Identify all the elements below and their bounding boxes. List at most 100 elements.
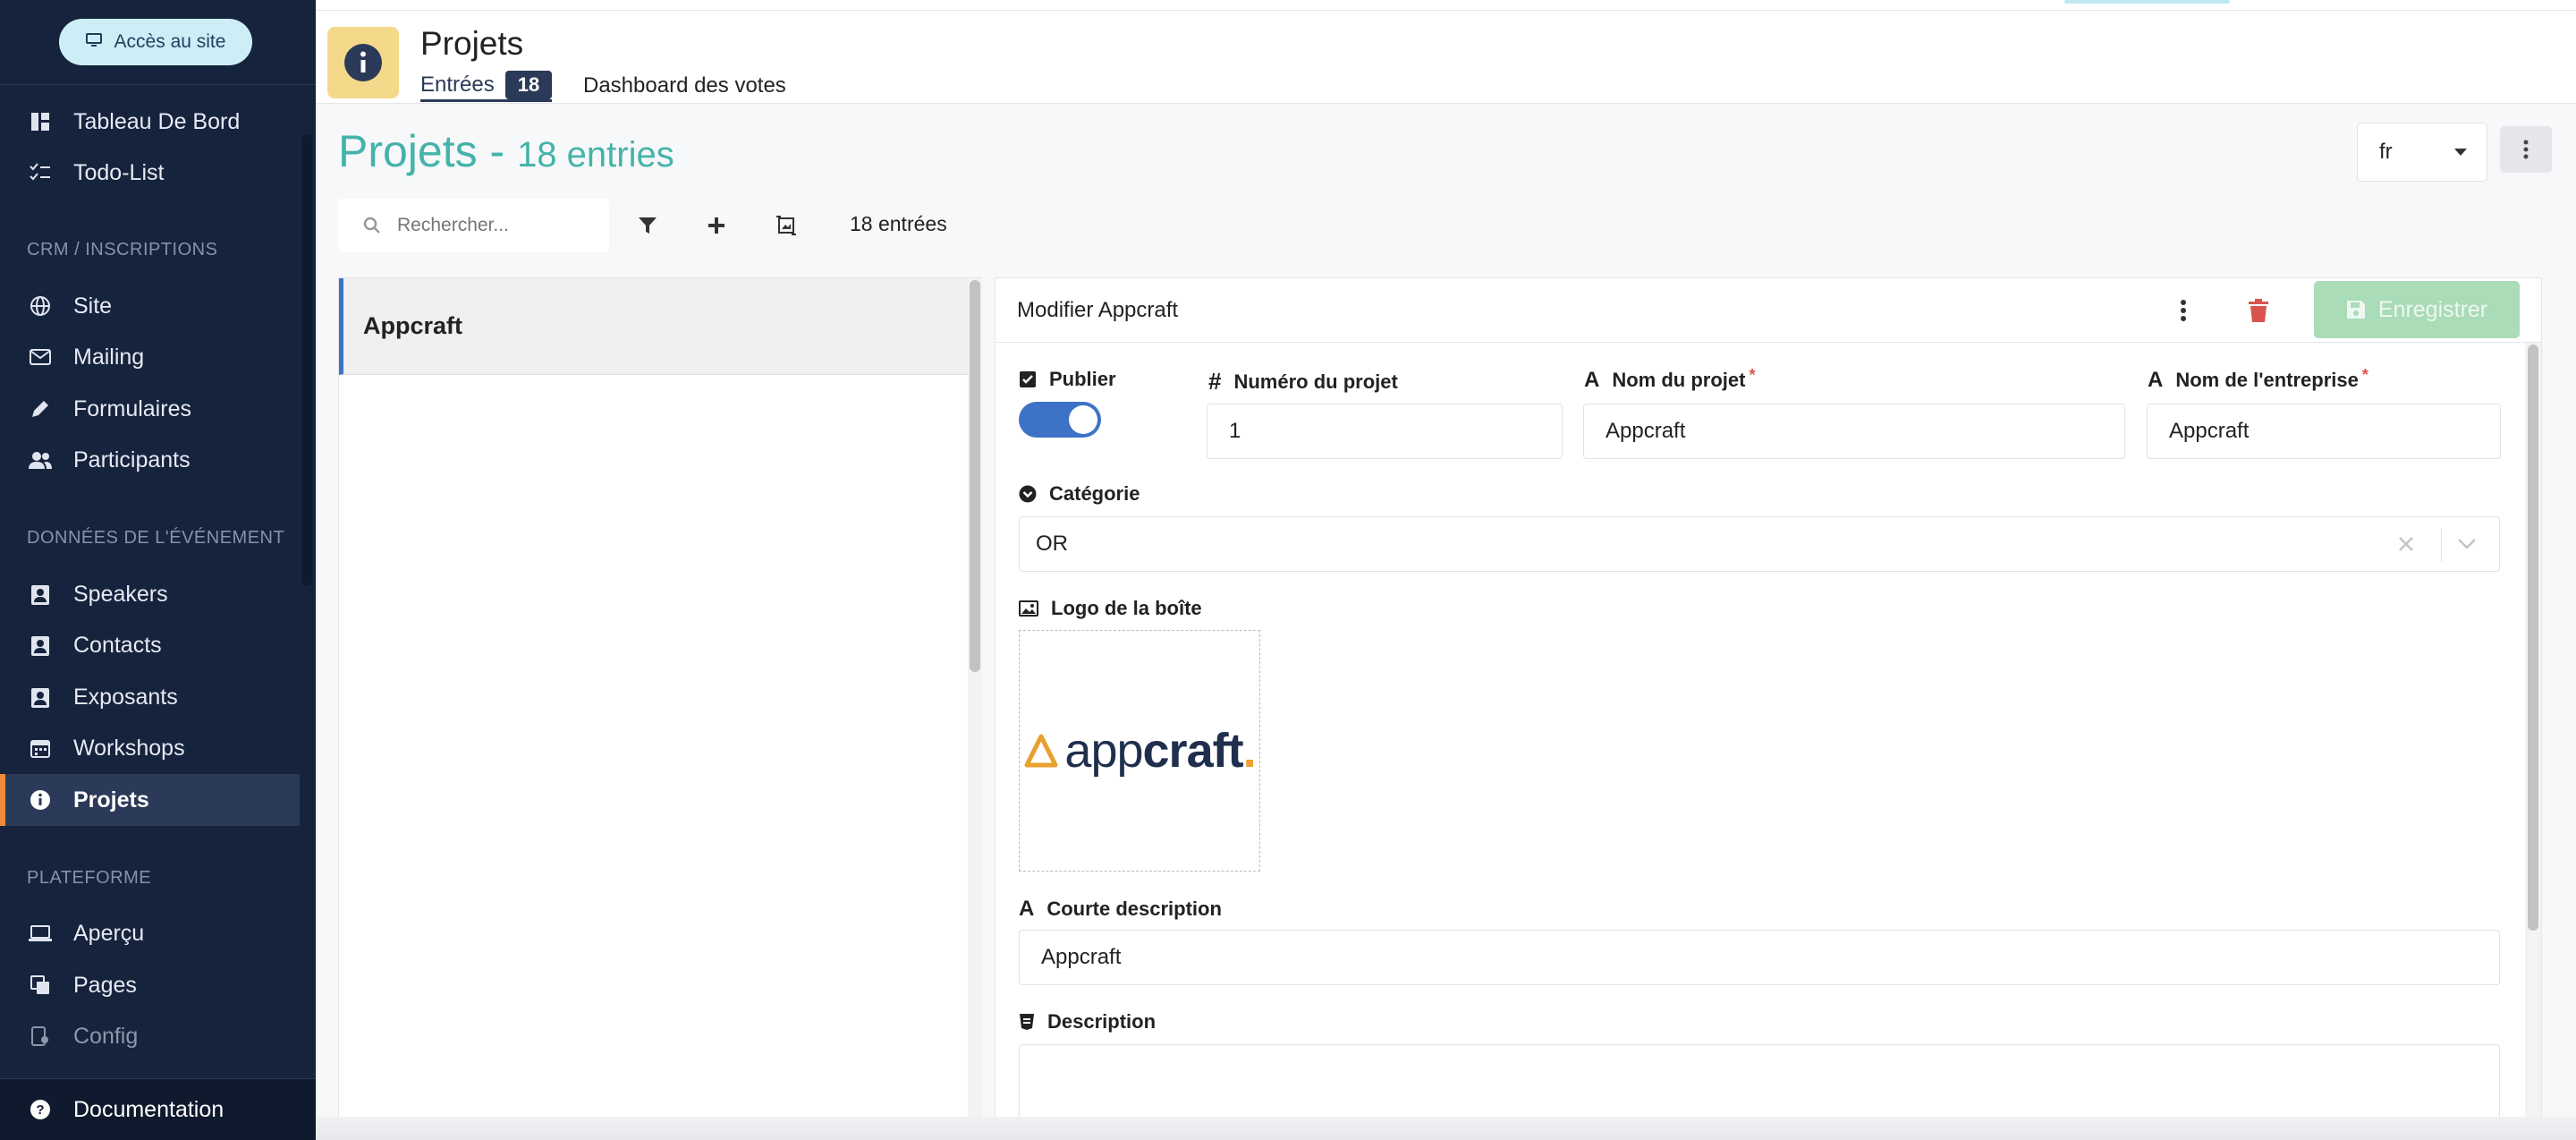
logo-dot: .	[1242, 724, 1257, 778]
caret-down-icon	[2454, 149, 2467, 156]
section-title-event: DONNÉES DE L'ÉVÉNEMENT	[27, 528, 285, 548]
sidebar-item-exhibitors[interactable]: Exposants	[0, 671, 300, 723]
pencil-icon	[27, 396, 54, 422]
list-scrollbar[interactable]	[968, 278, 982, 1140]
logo-text-light: app	[1064, 724, 1143, 778]
logo-upload[interactable]: appcraft.	[1019, 630, 1260, 872]
sidebar-scrollbar[interactable]	[301, 134, 312, 586]
sidebar-item-mailing[interactable]: Mailing	[0, 331, 300, 383]
editor-scrollbar-thumb[interactable]	[2528, 345, 2538, 931]
contact-card-icon	[27, 581, 54, 608]
tab-entries[interactable]: Entrées 18	[420, 70, 553, 102]
chevron-circle-icon	[1019, 485, 1037, 503]
sidebar-item-site[interactable]: Site	[0, 280, 300, 332]
top-indicator	[2064, 0, 2230, 4]
project-number-label: # Numéro du projet	[1208, 368, 1398, 396]
info-icon	[27, 787, 54, 813]
clear-icon[interactable]	[2390, 528, 2422, 560]
sidebar-divider	[0, 84, 316, 85]
calendar-icon	[27, 735, 54, 761]
text-type-icon: A	[1019, 897, 1035, 921]
short-description-label: A Courte description	[1019, 897, 1222, 922]
sidebar-item-label: Aperçu	[73, 920, 145, 946]
sidebar-item-workshops[interactable]: Workshops	[0, 722, 300, 774]
save-button[interactable]: Enregistrer	[2314, 281, 2520, 338]
svg-text:?: ?	[36, 1102, 44, 1118]
sidebar-item-forms[interactable]: Formulaires	[0, 383, 300, 435]
project-name-input[interactable]: Appcraft	[1583, 404, 2125, 459]
dashboard-icon	[27, 108, 54, 135]
company-name-label-text: Nom de l'entreprise	[2175, 369, 2359, 391]
documentation-link[interactable]: ? Documentation	[0, 1078, 316, 1140]
site-access-button[interactable]: Accès au site	[59, 19, 252, 65]
publish-toggle[interactable]	[1019, 402, 1101, 438]
list-scrollbar-thumb[interactable]	[970, 280, 980, 672]
pages-icon	[27, 972, 54, 999]
tab-votes-dashboard[interactable]: Dashboard des votes	[583, 70, 786, 102]
sidebar-item-label: Formulaires	[73, 396, 191, 421]
checkbox-icon	[1020, 371, 1036, 387]
category-select[interactable]: OR	[1019, 516, 2500, 572]
sidebar-item-projects[interactable]: Projets	[0, 774, 300, 826]
page-title-main: Projets -	[338, 126, 518, 176]
sidebar-item-config[interactable]: Config	[0, 1010, 300, 1062]
short-description-input[interactable]: Appcraft	[1019, 930, 2500, 985]
logo-text-bold: craft	[1142, 724, 1244, 778]
sidebar-item-label: Config	[73, 1023, 139, 1049]
required-marker: *	[1749, 365, 1756, 384]
header-title: Projets	[420, 25, 524, 62]
company-name-label: A Nom de l'entreprise *	[2148, 366, 2368, 393]
globe-icon	[27, 293, 54, 319]
expand-image-icon	[776, 216, 796, 235]
sidebar-item-pages[interactable]: Pages	[0, 959, 300, 1011]
contact-card-icon	[27, 632, 54, 659]
sidebar-item-label: Projets	[73, 787, 149, 812]
sidebar-item-todo[interactable]: Todo-List	[0, 147, 300, 199]
sidebar-item-contacts[interactable]: Contacts	[0, 619, 300, 671]
search-box[interactable]	[338, 199, 609, 252]
monitor-icon	[85, 31, 102, 53]
vertical-dots-icon	[2181, 300, 2186, 321]
page-title-count: 18 entries	[517, 135, 674, 174]
list-item-label: Appcraft	[363, 312, 463, 339]
page-more-button[interactable]	[2500, 126, 2552, 173]
search-input[interactable]	[397, 215, 594, 236]
chevron-down-icon[interactable]	[2451, 528, 2483, 560]
language-select[interactable]: fr	[2357, 123, 2487, 182]
sidebar-item-label: Mailing	[73, 344, 145, 370]
editor-title: Modifier Appcraft	[1017, 298, 1179, 322]
description-label-text: Description	[1047, 1010, 1157, 1033]
contact-card-icon	[27, 684, 54, 710]
sidebar-item-dashboard[interactable]: Tableau De Bord	[0, 96, 300, 148]
add-button[interactable]	[699, 208, 734, 243]
html-shield-icon	[1020, 1014, 1034, 1030]
sidebar-item-label: Todo-List	[73, 159, 165, 185]
sidebar-item-label: Workshops	[73, 735, 185, 761]
sidebar-item-label: Contacts	[73, 632, 162, 658]
sidebar-item-participants[interactable]: Participants	[0, 434, 300, 486]
editor-scrollbar[interactable]	[2525, 343, 2541, 1140]
sidebar-item-speakers[interactable]: Speakers	[0, 568, 300, 620]
logo-label-text: Logo de la boîte	[1051, 597, 1202, 619]
sidebar: Accès au site Tableau De Bord Todo-List …	[0, 0, 316, 1140]
save-label: Enregistrer	[2377, 296, 2488, 322]
delete-button[interactable]	[2244, 294, 2273, 327]
editor-panel: Modifier Appcraft Enregistrer Publier # …	[995, 277, 2542, 1140]
list-item[interactable]: Appcraft	[339, 278, 968, 375]
sidebar-item-overview[interactable]: Aperçu	[0, 907, 300, 959]
sidebar-item-label: Speakers	[73, 581, 168, 607]
text-type-icon: A	[1584, 368, 1600, 392]
project-name-label: A Nom du projet *	[1584, 365, 1756, 393]
select-separator	[2441, 528, 2442, 562]
entries-count-badge: 18	[504, 70, 553, 99]
tab-label: Dashboard des votes	[583, 73, 786, 98]
filter-button[interactable]	[630, 208, 665, 243]
project-number-input[interactable]: 1	[1207, 404, 1563, 459]
expand-button[interactable]	[768, 208, 804, 243]
editor-more-button[interactable]	[2169, 296, 2198, 325]
entries-list: Appcraft	[338, 277, 982, 1140]
sidebar-item-label: Exposants	[73, 684, 178, 710]
company-name-input[interactable]: Appcraft	[2147, 404, 2501, 459]
help-icon: ?	[27, 1096, 54, 1123]
checklist-icon	[27, 159, 54, 186]
